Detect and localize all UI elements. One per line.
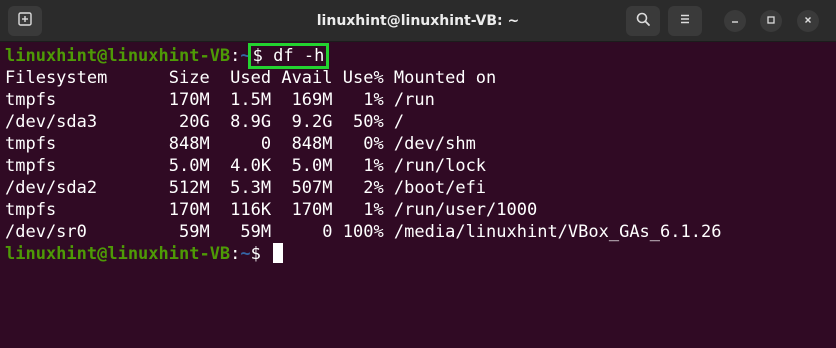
maximize-button[interactable] <box>760 10 782 32</box>
search-icon <box>635 11 651 32</box>
prompt-separator: : <box>230 46 241 66</box>
title-bar[interactable]: linuxhint@linuxhint-VB: ~ <box>0 0 836 42</box>
minimize-icon <box>730 12 740 30</box>
df-output-row: tmpfs 848M 0 848M 0% /dev/shm <box>5 134 476 154</box>
prompt-user-host: linuxhint@linuxhint-VB <box>5 244 231 264</box>
menu-button[interactable] <box>668 6 702 36</box>
command-highlight-box: $ df -h <box>247 43 330 69</box>
prompt-path: ~ <box>240 46 251 66</box>
current-prompt-line: linuxhint@linuxhint-VB:~$ <box>5 243 836 265</box>
df-output-row: tmpfs 5.0M 4.0K 5.0M 1% /run/lock <box>5 156 487 176</box>
search-button[interactable] <box>626 6 660 36</box>
df-output-row: /dev/sda2 512M 5.3M 507M 2% /boot/efi <box>5 178 487 198</box>
df-output-row: tmpfs 170M 116K 170M 1% /run/user/1000 <box>5 200 538 220</box>
minimize-button[interactable] <box>724 10 746 32</box>
terminal-output[interactable]: linuxhint@linuxhint-VB:~ $ df -h Filesyst… <box>0 42 836 348</box>
command-output: Filesystem Size Used Avail Use% Mounted … <box>5 67 836 243</box>
df-output-row: /dev/sr0 59M 59M 0 100% /media/linuxhint… <box>5 222 722 242</box>
prompt-path: ~ <box>240 244 251 264</box>
window-title: linuxhint@linuxhint-VB: ~ <box>316 13 520 29</box>
close-icon <box>803 12 813 30</box>
prompt-dollar: $ <box>250 244 272 264</box>
command-line: linuxhint@linuxhint-VB:~ $ df -h <box>5 43 836 69</box>
close-button[interactable] <box>797 10 819 32</box>
df-output-row: tmpfs 170M 1.5M 169M 1% /run <box>5 90 435 110</box>
prompt-separator: : <box>230 244 241 264</box>
df-output-row: /dev/sda3 20G 8.9G 9.2G 50% / <box>5 112 405 132</box>
maximize-icon <box>766 12 776 30</box>
prompt-user-host: linuxhint@linuxhint-VB <box>5 46 231 66</box>
df-header-row: Filesystem Size Used Avail Use% Mounted … <box>5 68 497 88</box>
hamburger-menu-icon <box>677 11 693 32</box>
text-cursor <box>273 243 284 263</box>
terminal-window: linuxhint@linuxhint-VB: ~ linuxhint@linu… <box>0 0 836 348</box>
